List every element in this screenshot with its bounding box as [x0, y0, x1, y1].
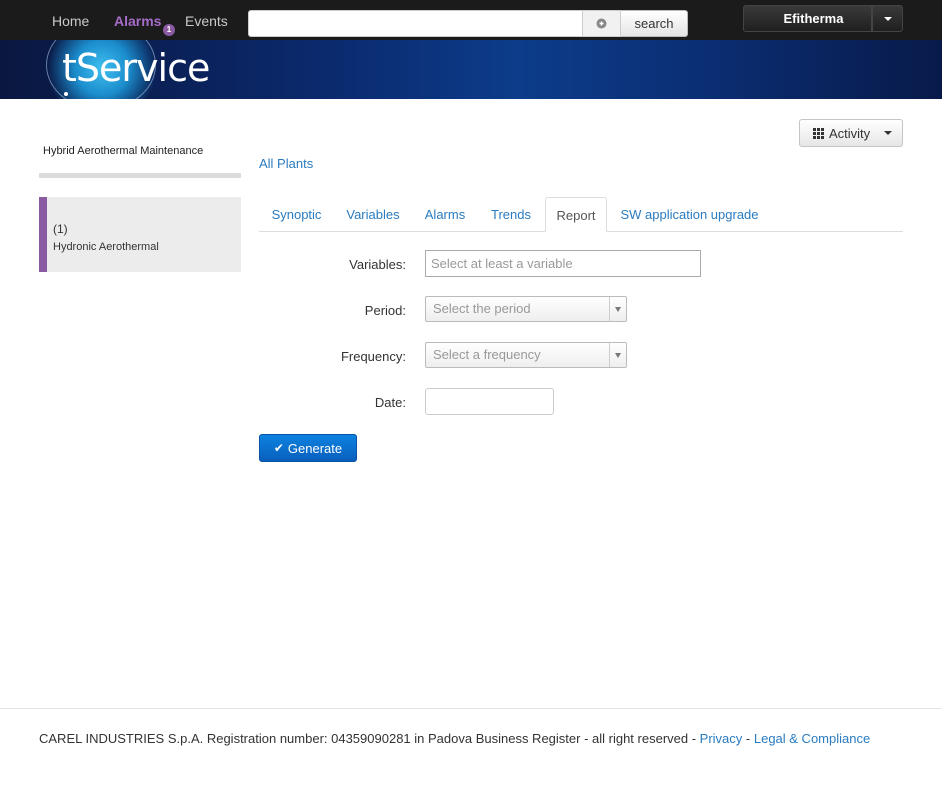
select-arrow-icon	[609, 343, 626, 367]
check-icon: ✔	[273, 441, 284, 455]
generate-button[interactable]: ✔ Generate	[259, 434, 357, 462]
clear-circle-icon	[596, 18, 607, 29]
plant-name: Hydronic Aerothermal	[53, 241, 159, 253]
tab-variables[interactable]: Variables	[336, 197, 410, 232]
tservice-logo: tService	[62, 46, 210, 90]
tab-trends[interactable]: Trends	[480, 197, 542, 232]
plant-count: (1)	[53, 222, 68, 236]
search-input[interactable]	[248, 10, 583, 37]
select-arrow-icon	[609, 297, 626, 321]
generate-label: Generate	[287, 440, 343, 456]
brand-banner: tService	[0, 40, 942, 99]
tab-synoptic[interactable]: Synoptic	[259, 197, 334, 232]
sidebar-group-title: Hybrid Aerothermal Maintenance	[43, 145, 204, 157]
tab-alarms[interactable]: Alarms	[414, 197, 476, 232]
date-input[interactable]	[425, 388, 554, 415]
top-navbar: Home Alarms 1 Events search Efitherma	[0, 0, 942, 40]
variables-label: Variables:	[349, 257, 406, 272]
activity-label: Activity	[829, 125, 871, 141]
caret-down-icon	[883, 16, 892, 21]
search-button[interactable]: search	[621, 10, 688, 37]
footer: CAREL INDUSTRIES S.p.A. Registration num…	[39, 731, 870, 746]
grid-icon	[813, 127, 824, 139]
period-select[interactable]: Select the period	[425, 296, 627, 322]
clear-search-button[interactable]	[583, 10, 621, 37]
privacy-link[interactable]: Privacy	[700, 731, 743, 746]
footer-text: CAREL INDUSTRIES S.p.A. Registration num…	[39, 731, 700, 746]
plant-card[interactable]: (1) Hydronic Aerothermal	[39, 197, 241, 272]
period-select-value: Select the period	[433, 301, 531, 316]
frequency-select-value: Select a frequency	[433, 347, 541, 362]
tab-sw-application-upgrade[interactable]: SW application upgrade	[612, 197, 767, 232]
sidebar-divider	[39, 173, 241, 178]
footer-divider	[0, 708, 942, 709]
logo-dot	[64, 92, 68, 96]
user-menu-toggle[interactable]	[872, 5, 903, 32]
frequency-label: Frequency:	[340, 349, 406, 364]
date-label: Date:	[374, 395, 406, 410]
legal-compliance-link[interactable]: Legal & Compliance	[754, 731, 870, 746]
activity-dropdown-button[interactable]: Activity	[799, 119, 903, 147]
all-plants-link[interactable]: All Plants	[259, 156, 313, 171]
footer-separator: -	[742, 731, 754, 746]
alarm-count-badge: 1	[163, 24, 175, 36]
nav-events-link[interactable]: Events	[185, 13, 228, 29]
user-menu-button[interactable]: Efitherma	[743, 5, 872, 32]
caret-down-icon	[884, 131, 893, 135]
nav-alarms-link[interactable]: Alarms	[114, 13, 161, 29]
variables-input[interactable]: Select at least a variable	[425, 250, 701, 277]
tab-report[interactable]: Report	[545, 197, 607, 232]
nav-home-link[interactable]: Home	[52, 13, 89, 29]
frequency-select[interactable]: Select a frequency	[425, 342, 627, 368]
period-label: Period:	[364, 303, 406, 318]
